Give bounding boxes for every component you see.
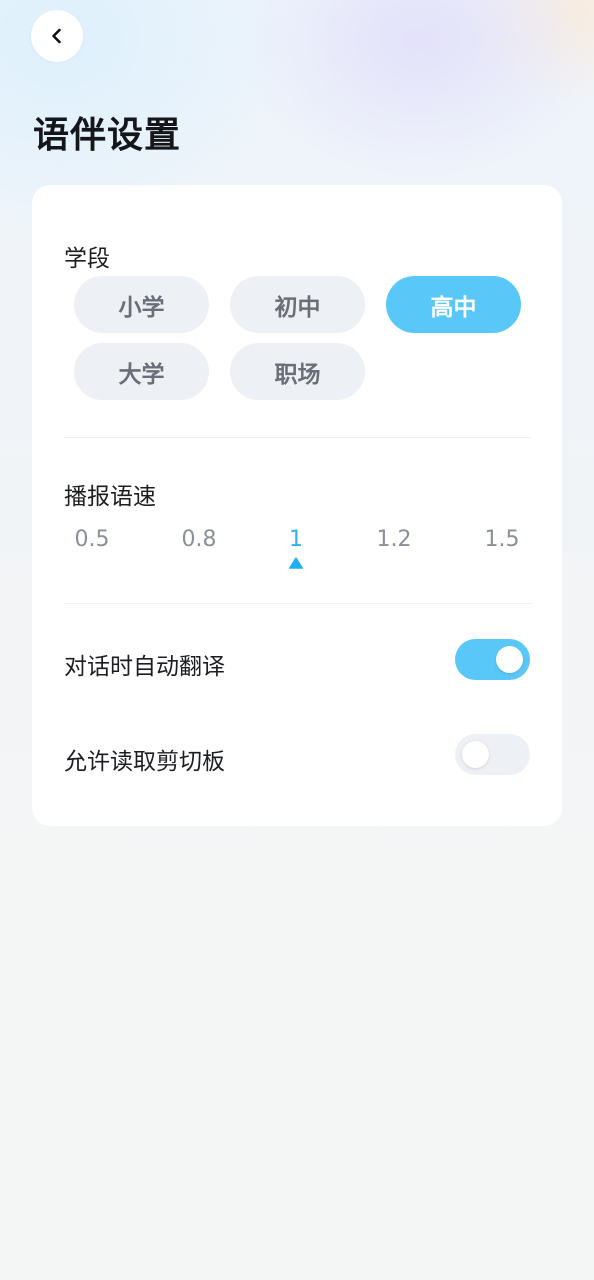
page-title: 语伴设置: [33, 115, 182, 156]
triangle-up-icon: [288, 557, 304, 569]
grade-option-junior-high[interactable]: 初中: [230, 276, 365, 333]
speed-option-0-8[interactable]: 0.8: [164, 527, 234, 552]
speed-option-1-5[interactable]: 1.5: [467, 527, 537, 552]
grade-option-primary[interactable]: 小学: [74, 276, 209, 333]
toggle-knob: [496, 646, 523, 673]
divider: [64, 603, 531, 604]
back-button[interactable]: [31, 10, 83, 62]
speed-option-1[interactable]: 1: [261, 527, 331, 552]
grade-option-senior-high[interactable]: 高中: [386, 276, 521, 333]
auto-translate-label: 对话时自动翻译: [64, 654, 225, 680]
clipboard-access-toggle[interactable]: [455, 734, 530, 775]
settings-card: 学段 小学 初中 高中 大学 职场 播报语速 0.5 0.8 1 1.2 1.5…: [32, 185, 562, 826]
chevron-left-icon: [52, 28, 61, 44]
grade-option-university[interactable]: 大学: [74, 343, 209, 400]
toggle-knob: [462, 741, 489, 768]
divider: [64, 437, 531, 438]
clipboard-access-label: 允许读取剪切板: [64, 749, 225, 775]
speed-option-1-2[interactable]: 1.2: [359, 527, 429, 552]
grade-section-label: 学段: [64, 246, 110, 272]
speed-option-0-5[interactable]: 0.5: [57, 527, 127, 552]
speech-speed-section-label: 播报语速: [64, 484, 156, 510]
grade-option-workplace[interactable]: 职场: [230, 343, 365, 400]
auto-translate-toggle[interactable]: [455, 639, 530, 680]
